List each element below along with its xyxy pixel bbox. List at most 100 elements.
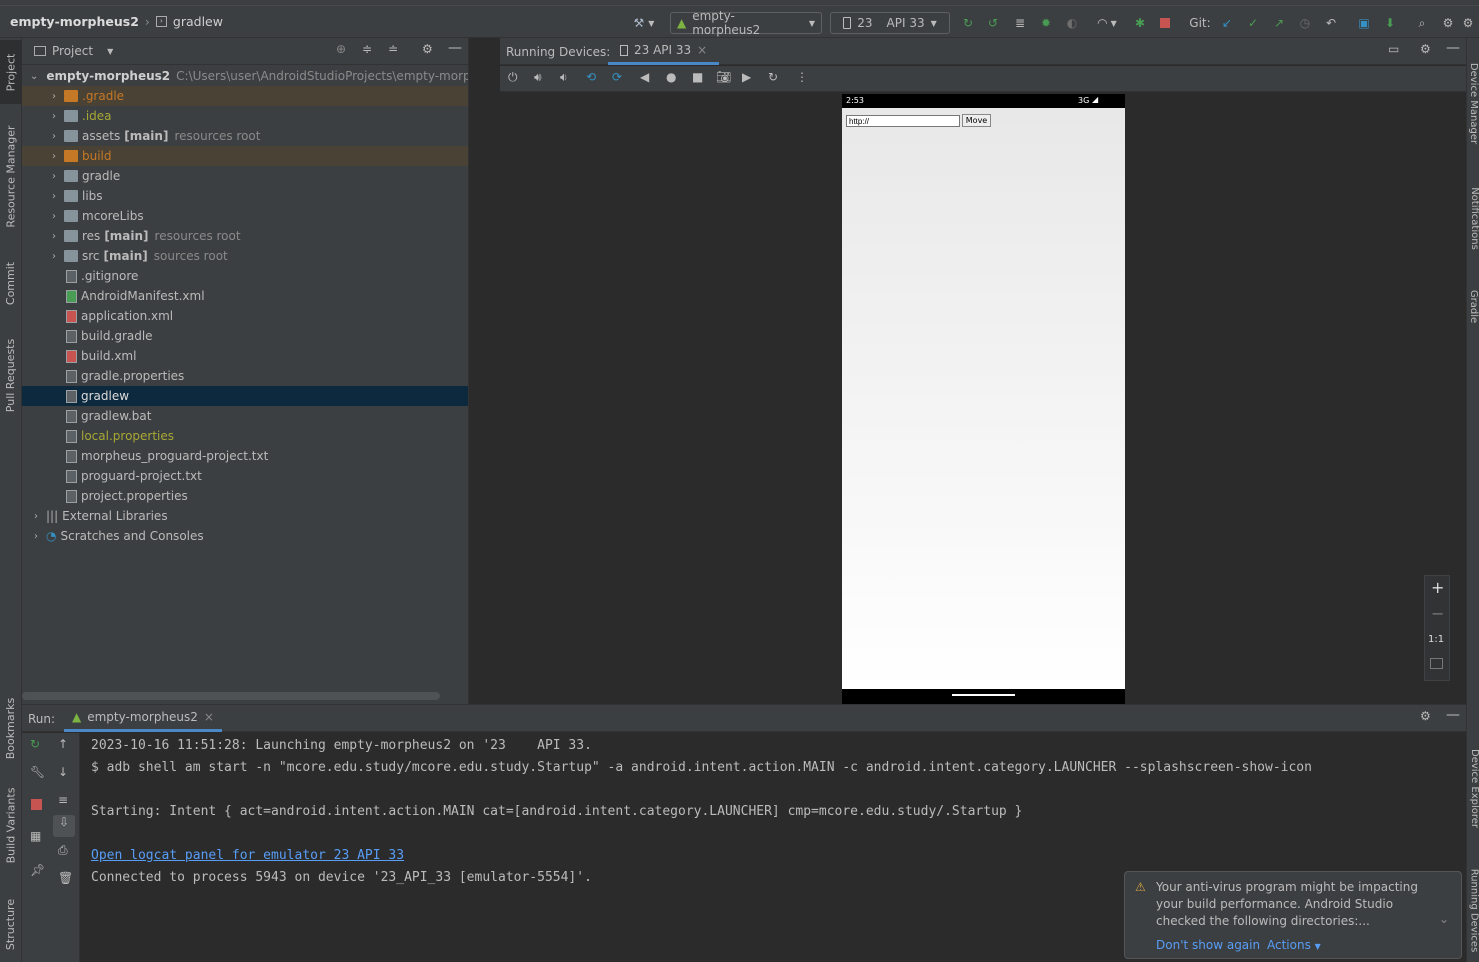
tool-tab-pull-requests[interactable]: Pull Requests xyxy=(0,328,22,422)
tree-item-mcorelibs[interactable]: › mcoreLibs xyxy=(22,206,468,226)
gear-icon[interactable]: ⚙ xyxy=(1420,709,1431,723)
zoom-actual-size[interactable]: 1:1 xyxy=(1428,634,1444,645)
horizontal-scrollbar[interactable] xyxy=(22,692,440,700)
tree-root[interactable]: ⌄ empty-morpheus2 C:\Users\user\AndroidS… xyxy=(22,66,478,86)
video-icon[interactable]: ▶ xyxy=(742,70,751,84)
settings-button[interactable]: ⚙ xyxy=(1438,12,1458,34)
tree-item-morpheus-proguard[interactable]: morpheus_proguard-project.txt xyxy=(22,446,468,466)
stop-button[interactable] xyxy=(1156,12,1174,34)
tree-item-local-properties[interactable]: local.properties xyxy=(22,426,468,446)
git-update-button[interactable]: ↙ xyxy=(1218,12,1236,34)
maximize-icon[interactable]: ▭ xyxy=(1388,42,1399,56)
nav-gesture-bar[interactable] xyxy=(952,694,1015,696)
tree-item-gradle-properties[interactable]: gradle.properties xyxy=(22,366,468,386)
tool-tab-bookmarks[interactable]: Bookmarks xyxy=(0,686,22,770)
back-icon[interactable]: ◀ xyxy=(640,70,649,84)
tool-tab-build-variants[interactable]: Build Variants xyxy=(0,782,22,868)
zoom-out-icon[interactable]: − xyxy=(1431,604,1444,623)
snapshot-icon[interactable]: ↻ xyxy=(768,70,778,84)
tool-tab-resource-manager[interactable]: Resource Manager xyxy=(0,116,22,236)
run-console[interactable]: 2023-10-16 11:51:28: Launching empty-mor… xyxy=(91,735,1461,889)
zoom-fit-icon[interactable] xyxy=(1430,658,1443,669)
emulator-device[interactable]: 2:53 3G ◢ Move xyxy=(842,94,1125,704)
coverage-button[interactable]: ◐ xyxy=(1062,12,1082,34)
run-list-button[interactable]: ≣ xyxy=(1010,12,1030,34)
debug-button[interactable]: ✹ xyxy=(1036,12,1056,34)
zoom-in-icon[interactable]: + xyxy=(1431,578,1444,597)
ide-menu-button[interactable]: ⚙ xyxy=(1460,12,1476,34)
tree-item-gitignore[interactable]: .gitignore xyxy=(22,266,468,286)
tree-item-gradle[interactable]: › gradle xyxy=(22,166,468,186)
url-input[interactable] xyxy=(846,115,960,127)
attach-debugger-button[interactable]: ✱ xyxy=(1130,12,1150,34)
move-button[interactable]: Move xyxy=(962,114,991,127)
tree-item-scratches[interactable]: › ◔ Scratches and Consoles xyxy=(22,526,468,546)
gear-icon[interactable]: ⚙ xyxy=(422,42,433,56)
device-manager-button[interactable]: ▣ xyxy=(1354,12,1374,34)
camera-icon[interactable]: 📷︎ xyxy=(716,70,731,84)
open-logcat-link[interactable]: Open logcat panel for emulator 23 API 33 xyxy=(91,848,404,863)
stop-icon[interactable] xyxy=(31,799,42,810)
rotate-left-icon[interactable]: ⟲ xyxy=(586,70,596,84)
layout-icon[interactable]: ▦ xyxy=(30,829,41,843)
power-icon[interactable]: ⏻ xyxy=(508,70,518,85)
tool-tab-commit[interactable]: Commit xyxy=(0,250,22,316)
tree-item-external-libraries[interactable]: › ||| External Libraries xyxy=(22,506,468,526)
tree-item-manifest[interactable]: AndroidManifest.xml xyxy=(22,286,468,306)
tree-item-gradlew[interactable]: gradlew xyxy=(22,386,468,406)
git-commit-button[interactable]: ✓ xyxy=(1244,12,1262,34)
tree-item-src[interactable]: › src [main] sources root xyxy=(22,246,468,266)
rerun-icon[interactable]: ↻ xyxy=(30,737,40,751)
hide-panel-icon[interactable]: — xyxy=(448,40,462,56)
tree-item-application-xml[interactable]: application.xml xyxy=(22,306,468,326)
tool-tab-project[interactable]: Project xyxy=(0,40,22,104)
tree-item-build-xml[interactable]: build.xml xyxy=(22,346,468,366)
print-icon[interactable]: ⎙ xyxy=(58,843,68,858)
run-tab[interactable]: ▲ empty-morpheus2 × xyxy=(64,705,222,732)
project-view-selector[interactable]: Project ▼ xyxy=(34,44,113,58)
panel-splitter[interactable] xyxy=(468,38,500,704)
actions-link[interactable]: Actions ▼ xyxy=(1267,938,1321,952)
home-icon[interactable]: ● xyxy=(666,70,676,84)
git-push-button[interactable]: ↗ xyxy=(1270,12,1288,34)
more-icon[interactable]: ⋮ xyxy=(796,70,808,84)
breadcrumb-project[interactable]: empty-morpheus2 xyxy=(10,14,139,29)
overview-icon[interactable]: ■ xyxy=(692,70,703,84)
soft-wrap-icon[interactable]: ≡ xyxy=(58,793,68,807)
volume-up-icon[interactable]: 🔊︎ xyxy=(534,70,542,85)
git-history-button[interactable]: ◷ xyxy=(1296,12,1314,34)
git-rollback-button[interactable]: ↶ xyxy=(1322,12,1340,34)
device-combo[interactable]: 23 API 33 ▼ xyxy=(830,12,950,34)
tree-item-idea[interactable]: › .idea xyxy=(22,106,468,126)
tree-item-gradle-dir[interactable]: › .gradle xyxy=(22,86,468,106)
tree-item-gradlew-bat[interactable]: gradlew.bat xyxy=(22,406,468,426)
dont-show-again-link[interactable]: Don't show again xyxy=(1156,938,1260,952)
tree-item-proguard-project[interactable]: proguard-project.txt xyxy=(22,466,468,486)
tree-item-assets[interactable]: › assets [main] resources root xyxy=(22,126,468,146)
volume-down-icon[interactable]: 🔉︎ xyxy=(560,70,568,85)
wrench-icon[interactable]: 🔧︎ xyxy=(30,765,45,779)
close-icon[interactable]: × xyxy=(204,710,214,724)
tree-item-build-gradle[interactable]: build.gradle xyxy=(22,326,468,346)
apply-code-changes-button[interactable]: ↺ xyxy=(983,12,1003,34)
tree-item-res[interactable]: › res [main] resources root xyxy=(22,226,468,246)
tree-item-libs[interactable]: › libs xyxy=(22,186,468,206)
device-tab[interactable]: 23 API 33 × xyxy=(608,38,720,65)
sdk-manager-button[interactable]: ⬇ xyxy=(1380,12,1400,34)
hide-panel-icon[interactable]: — xyxy=(1446,707,1460,723)
close-icon[interactable]: × xyxy=(697,43,707,57)
breadcrumb-file[interactable]: gradlew xyxy=(173,14,223,29)
arrow-up-icon[interactable]: ↑ xyxy=(58,737,68,751)
collapse-all-icon[interactable]: ≐ xyxy=(388,42,398,56)
profile-button[interactable]: ◠ ▼ xyxy=(1090,12,1124,34)
trash-icon[interactable]: 🗑︎ xyxy=(58,871,73,885)
arrow-down-icon[interactable]: ↓ xyxy=(58,765,68,779)
chevron-down-icon[interactable]: ⌄ xyxy=(1439,912,1449,926)
expand-all-icon[interactable]: ≑ xyxy=(362,42,372,56)
run-config-combo[interactable]: ▲ empty-morpheus2 ▼ xyxy=(670,9,822,37)
hide-panel-icon[interactable]: — xyxy=(1446,40,1460,56)
gear-icon[interactable]: ⚙ xyxy=(1420,42,1431,56)
locate-icon[interactable]: ⊕ xyxy=(336,42,346,56)
apply-changes-restart-button[interactable]: ↻ xyxy=(958,12,978,34)
search-button[interactable]: ⌕ xyxy=(1412,12,1432,34)
